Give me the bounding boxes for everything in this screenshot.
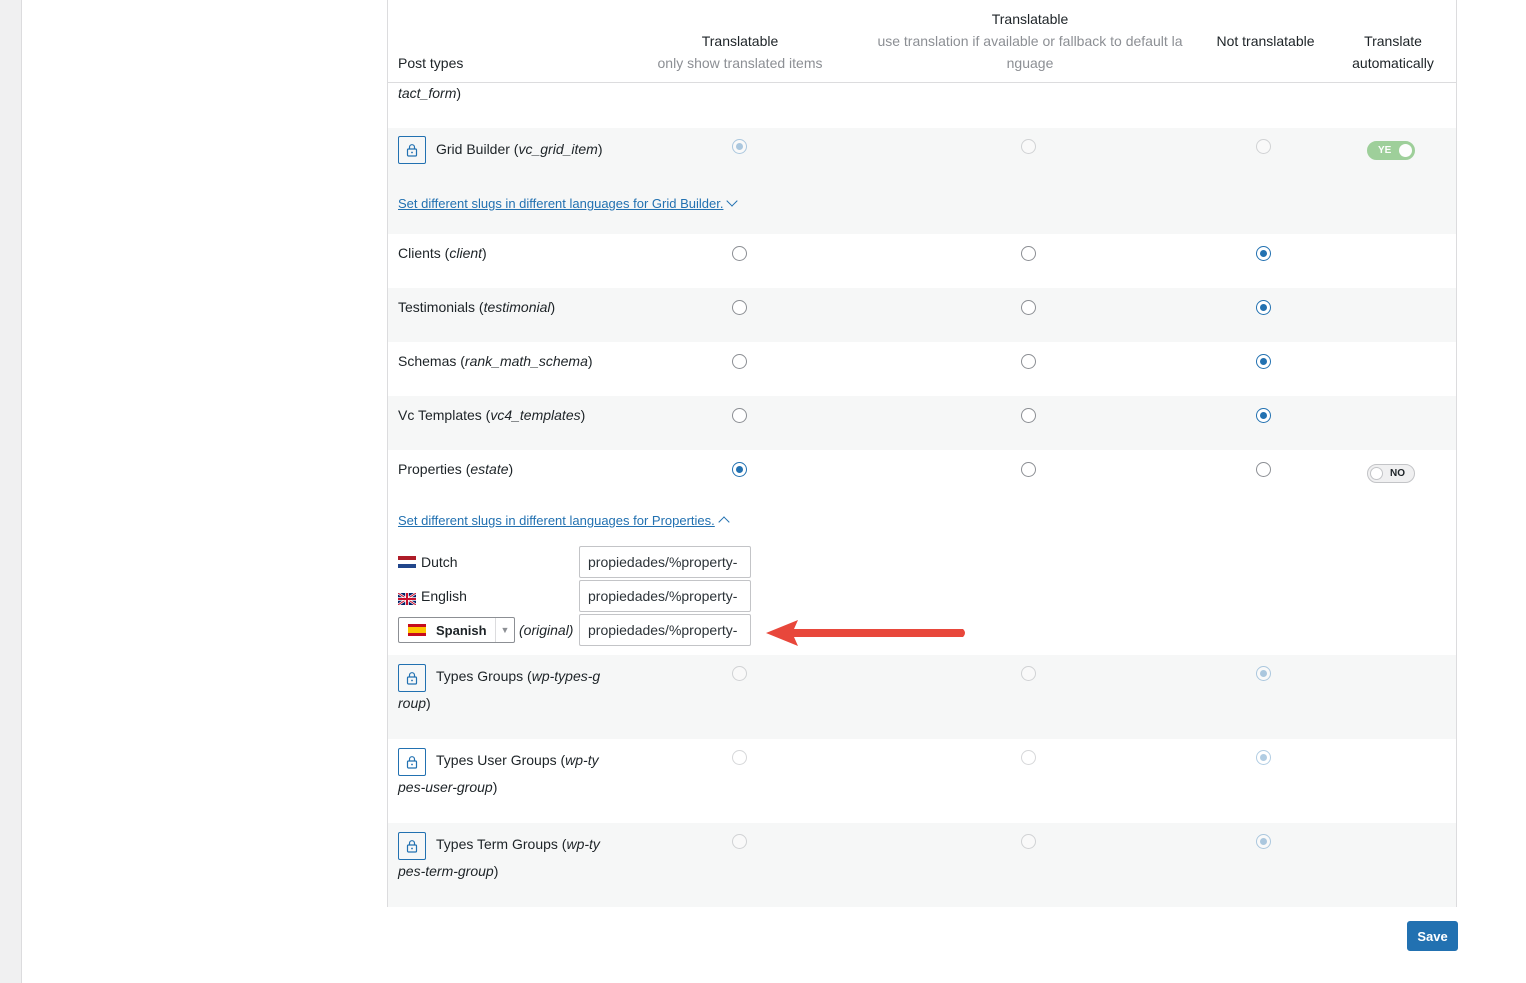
post-type-row-types-groups: Types Groups (wp-types-g roup) (388, 655, 1456, 739)
radio-not-translatable[interactable] (1256, 750, 1271, 765)
slug-language-dutch: Dutch (398, 552, 458, 572)
column-header-post-types: Post types (398, 55, 464, 71)
original-language-select[interactable]: Spanish ▼ (398, 617, 515, 643)
post-type-row-testimonials: Testimonials (testimonial) (388, 288, 1456, 342)
post-type-label: Testimonials (testimonial) (398, 299, 556, 315)
radio-not-translatable[interactable] (1256, 246, 1271, 261)
post-type-row-types-term-groups: Types Term Groups (wp-ty pes-term-group) (388, 823, 1456, 907)
lock-icon[interactable] (398, 832, 426, 860)
slug-language-english: English (397, 586, 467, 606)
post-type-row-clients: Clients (client) (388, 234, 1456, 288)
post-type-label: Clients (client) (398, 245, 487, 261)
radio-translatable[interactable] (732, 139, 747, 154)
post-type-label-wrap: pes-user-group) (398, 779, 498, 795)
radio-not-translatable[interactable] (1256, 139, 1271, 154)
column-header-not-translatable: Not translatable (1216, 33, 1315, 49)
column-header-translatable: Translatable only show translated items (657, 33, 823, 71)
uk-flag-icon (397, 590, 417, 606)
radio-fallback[interactable] (1021, 750, 1036, 765)
post-type-label: Grid Builder (vc_grid_item) (436, 141, 603, 157)
radio-not-translatable[interactable] (1256, 408, 1271, 423)
radio-not-translatable[interactable] (1256, 666, 1271, 681)
post-type-label: Types User Groups (wp-ty (436, 752, 599, 768)
radio-not-translatable[interactable] (1256, 300, 1271, 315)
slug-input-dutch[interactable]: propiedades/%property- (579, 546, 751, 578)
slug-input-english[interactable]: propiedades/%property- (579, 580, 751, 612)
chevron-down-icon: ▼ (495, 618, 514, 642)
radio-not-translatable[interactable] (1256, 462, 1271, 477)
radio-not-translatable[interactable] (1256, 354, 1271, 369)
slug-link-grid-builder[interactable]: Set different slugs in different languag… (398, 194, 739, 214)
post-type-row-grid-builder: Grid Builder (vc_grid_item) YE Set diffe… (388, 128, 1456, 234)
radio-translatable[interactable] (732, 666, 747, 681)
radio-translatable[interactable] (732, 354, 747, 369)
lock-icon[interactable] (398, 748, 426, 776)
radio-fallback[interactable] (1021, 139, 1036, 154)
post-type-row-partial: tact_form) (388, 83, 1456, 128)
post-type-label: Properties (estate) (398, 461, 514, 477)
radio-fallback[interactable] (1021, 246, 1036, 261)
column-header-translate-automatically: Translate automatically (1352, 33, 1434, 71)
post-type-label-wrap: roup) (398, 695, 431, 711)
column-header-fallback: Translatable use translation if availabl… (877, 11, 1183, 71)
radio-fallback[interactable] (1021, 300, 1036, 315)
admin-sidebar-edge (0, 0, 22, 983)
lock-icon[interactable] (398, 664, 426, 692)
arrow-left-icon (766, 620, 965, 646)
spanish-flag-icon (408, 624, 426, 636)
save-button[interactable]: Save (1407, 921, 1458, 951)
radio-fallback[interactable] (1021, 354, 1036, 369)
post-type-label: Vc Templates (vc4_templates) (398, 407, 586, 423)
radio-fallback[interactable] (1021, 666, 1036, 681)
post-type-label: Types Term Groups (wp-ty (436, 836, 600, 852)
post-types-settings-panel: Post types Translatable only show transl… (387, 0, 1457, 907)
dutch-flag-icon (398, 556, 416, 568)
slug-input-spanish[interactable]: propiedades/%property- (579, 614, 751, 646)
chevron-down-icon (726, 195, 739, 207)
post-type-label-wrap: pes-term-group) (398, 863, 499, 879)
radio-fallback[interactable] (1021, 462, 1036, 477)
radio-translatable[interactable] (732, 246, 747, 261)
radio-translatable[interactable] (732, 750, 747, 765)
radio-translatable[interactable] (732, 834, 747, 849)
slug-link-properties[interactable]: Set different slugs in different languag… (398, 511, 730, 531)
translate-automatically-toggle[interactable]: YE (1367, 141, 1415, 160)
original-label: (original) (519, 622, 574, 638)
radio-translatable[interactable] (732, 300, 747, 315)
post-type-label: Types Groups (wp-types-g (436, 668, 601, 684)
radio-not-translatable[interactable] (1256, 834, 1271, 849)
radio-fallback[interactable] (1021, 834, 1036, 849)
radio-translatable[interactable] (732, 408, 747, 423)
chevron-up-icon (718, 516, 730, 528)
post-type-row-schemas: Schemas (rank_math_schema) (388, 342, 1456, 396)
lock-icon[interactable] (398, 136, 426, 164)
post-type-row-types-user-groups: Types User Groups (wp-ty pes-user-group) (388, 739, 1456, 823)
post-type-row-vc-templates: Vc Templates (vc4_templates) (388, 396, 1456, 450)
post-type-label: Schemas (rank_math_schema) (398, 353, 593, 369)
post-type-label: tact_form) (398, 85, 462, 101)
radio-translatable[interactable] (732, 462, 747, 477)
radio-fallback[interactable] (1021, 408, 1036, 423)
translate-automatically-toggle[interactable]: NO (1367, 464, 1415, 483)
